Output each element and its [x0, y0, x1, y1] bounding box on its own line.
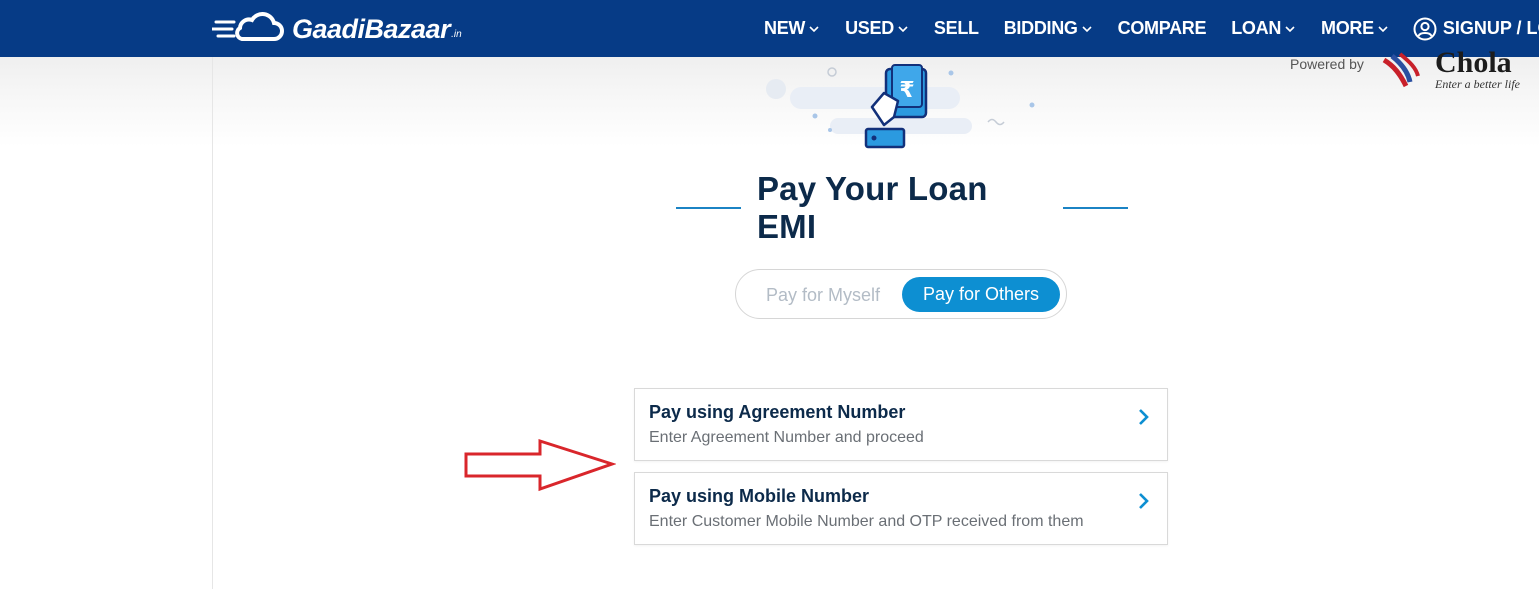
nav-item-bidding[interactable]: BIDDING	[1004, 18, 1093, 39]
chevron-down-icon	[1378, 25, 1388, 32]
option-title: Pay using Agreement Number	[649, 402, 906, 422]
nav-item-label: USED	[845, 18, 894, 38]
nav-item-new[interactable]: NEW	[764, 18, 820, 39]
nav-item-loan[interactable]: LOAN	[1231, 18, 1296, 39]
top-navbar: GaadiBazaar .in NEW USED SELL BIDDING CO…	[0, 0, 1539, 57]
left-divider	[212, 57, 213, 589]
option-agreement-number[interactable]: Pay using Agreement Number Enter Agreeme…	[634, 388, 1168, 461]
nav-item-compare[interactable]: COMPARE	[1118, 18, 1207, 39]
chevron-down-icon	[1082, 25, 1092, 32]
logo-suffix: .in	[451, 28, 462, 40]
cloud-logo-icon	[212, 12, 284, 41]
powered-by-text: Powered by	[1290, 56, 1364, 72]
red-arrow-icon	[464, 438, 616, 492]
chevron-right-icon	[1139, 493, 1149, 509]
page-title-block: Pay Your Loan EMI	[676, 170, 1128, 245]
signup-login-link[interactable]: SIGNUP / LOG	[1413, 17, 1539, 41]
signup-label: SIGNUP / LOG	[1442, 18, 1539, 38]
payer-toggle: Pay for Myself Pay for Others	[735, 269, 1067, 319]
chevron-down-icon	[809, 25, 819, 32]
partner-logo: Chola Enter a better life	[1380, 46, 1539, 94]
title-divider-right	[1063, 207, 1128, 209]
chevron-right-icon	[1139, 409, 1149, 425]
nav-item-label: NEW	[764, 18, 806, 38]
nav-item-label: COMPARE	[1117, 18, 1207, 38]
page-title: Pay Your Loan EMI	[756, 170, 988, 245]
nav-item-label: MORE	[1321, 18, 1374, 38]
option-subtitle: Enter Customer Mobile Number and OTP rec…	[649, 513, 1084, 530]
hand-holding-phone-rupee-icon: ₹	[766, 64, 1035, 149]
chola-logo-icon	[1382, 52, 1420, 88]
nav-item-sell[interactable]: SELL	[934, 18, 979, 39]
nav-item-label: BIDDING	[1003, 18, 1078, 38]
chevron-down-icon	[1285, 25, 1295, 32]
svg-text:₹: ₹	[899, 78, 914, 103]
toggle-pay-for-others[interactable]: Pay for Others	[902, 277, 1060, 312]
partner-name: Chola	[1435, 46, 1512, 79]
chevron-down-icon	[898, 25, 908, 32]
nav-item-label: LOAN	[1231, 18, 1282, 38]
toggle-pay-for-myself[interactable]: Pay for Myself	[766, 285, 880, 306]
logo-text: GaadiBazaar	[292, 13, 451, 44]
option-mobile-number[interactable]: Pay using Mobile Number Enter Customer M…	[634, 472, 1168, 545]
option-subtitle: Enter Agreement Number and proceed	[649, 429, 924, 446]
user-circle-icon	[1413, 17, 1437, 40]
site-logo[interactable]: GaadiBazaar .in	[212, 9, 462, 49]
nav-item-label: SELL	[933, 18, 979, 38]
main-nav: NEW USED SELL BIDDING COMPARE LOAN MORE	[764, 0, 1539, 57]
partner-tagline: Enter a better life	[1435, 77, 1520, 91]
title-divider-left	[676, 207, 741, 209]
nav-item-used[interactable]: USED	[845, 18, 909, 39]
nav-item-more[interactable]: MORE	[1321, 18, 1389, 39]
option-title: Pay using Mobile Number	[649, 486, 870, 506]
